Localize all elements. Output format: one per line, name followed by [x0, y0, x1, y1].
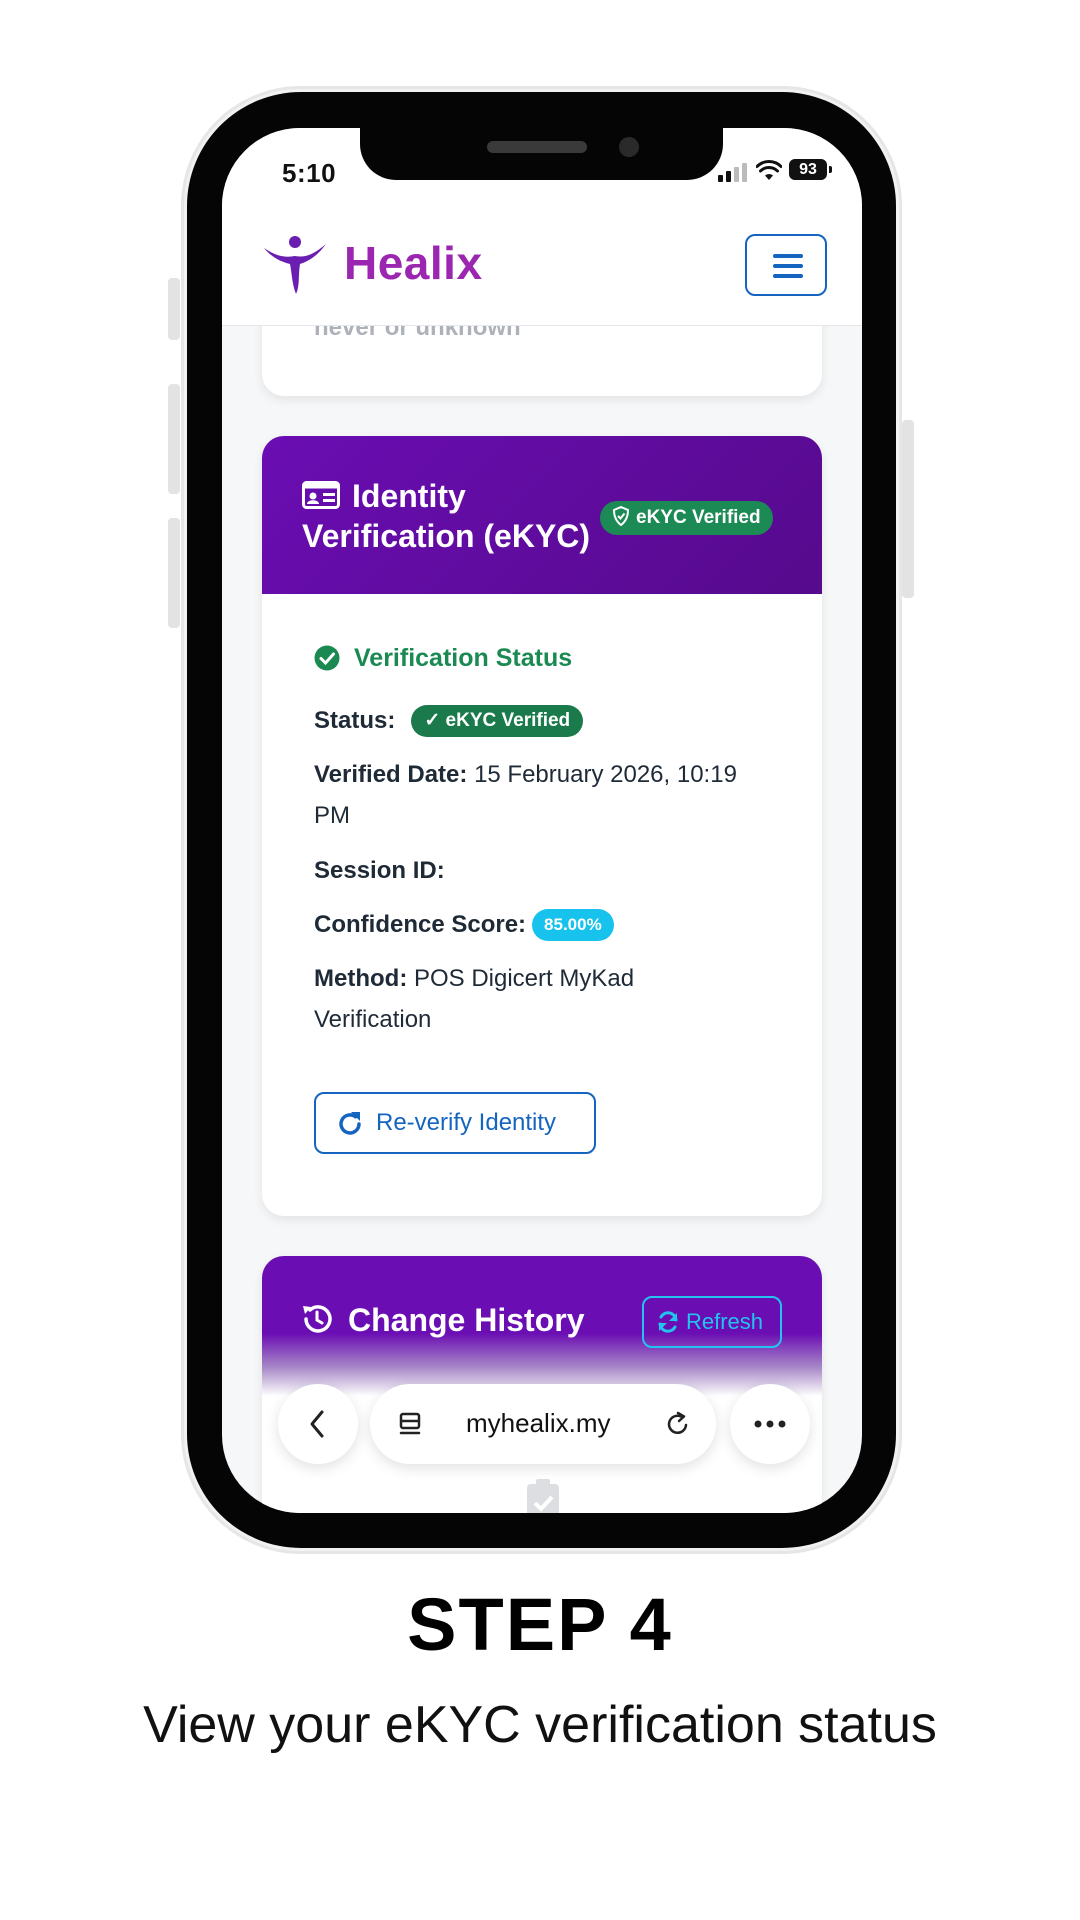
ekyc-verified-badge: eKYC Verified	[600, 501, 773, 535]
chevron-left-icon	[310, 1410, 324, 1438]
status-label: Status:	[314, 707, 396, 734]
identity-card-header: Identity Verification (eKYC) eKYC Verifi…	[262, 436, 822, 594]
ekyc-verified-badge-label: eKYC Verified	[636, 507, 761, 528]
verified-date-label: Verified Date:	[314, 761, 468, 788]
redo-icon	[339, 1112, 361, 1135]
volume-up-button	[168, 384, 180, 494]
refresh-button[interactable]: Refresh	[642, 1296, 782, 1348]
verification-status-heading: Verification Status	[314, 644, 572, 673]
check-circle-icon	[314, 645, 340, 671]
confidence-score-row: Confidence Score: 85.00%	[314, 904, 614, 945]
healix-logo-icon	[264, 236, 326, 294]
front-camera	[619, 137, 639, 157]
refresh-button-label: Refresh	[686, 1309, 764, 1334]
clipboard-check-icon	[527, 1479, 559, 1513]
status-time: 5:10	[282, 158, 337, 188]
change-history-header: Change History Refresh	[262, 1256, 822, 1396]
browser-back-button[interactable]	[278, 1384, 358, 1464]
more-horizontal-icon	[754, 1420, 786, 1428]
step-title: STEP 4	[407, 1583, 673, 1666]
previous-card-text: never or unknown	[314, 326, 521, 341]
app-header: Healix	[222, 198, 862, 326]
confidence-score-badge: 85.00%	[532, 909, 614, 941]
method-label: Method:	[314, 965, 408, 992]
confidence-score-label: Confidence Score:	[314, 911, 527, 938]
change-history-title: Change History	[348, 1302, 585, 1338]
verification-status-label: Verification Status	[354, 644, 573, 672]
history-icon	[303, 1305, 332, 1333]
session-id-row: Session ID:	[314, 850, 445, 891]
verified-date-row: Verified Date: 15 February 2026, 10:19 P…	[314, 754, 744, 836]
tab-overview-icon	[399, 1412, 421, 1435]
phone-screen: 5:10 93 Healix never or unknown Identity…	[222, 128, 862, 1513]
page-content[interactable]: never or unknown Identity Verification (…	[222, 326, 862, 1513]
session-id-label: Session ID:	[314, 857, 445, 884]
previous-card: never or unknown	[262, 326, 822, 396]
wifi-icon	[756, 160, 782, 180]
cellular-signal-icon	[718, 162, 748, 182]
browser-more-button[interactable]	[730, 1384, 810, 1464]
volume-down-button	[168, 518, 180, 628]
power-button	[902, 420, 914, 598]
mute-switch	[168, 278, 180, 340]
reverify-identity-label: Re-verify Identity	[376, 1109, 557, 1136]
identity-verification-card: Identity Verification (eKYC) eKYC Verifi…	[262, 436, 822, 1216]
status-row: Status: ✓ eKYC Verified	[314, 700, 584, 741]
sync-icon	[658, 1311, 678, 1333]
browser-address-bar[interactable]: myhealix.my	[370, 1384, 716, 1464]
phone-notch	[360, 124, 723, 180]
method-row: Method: POS Digicert MyKad Verification	[314, 958, 714, 1040]
notch-speaker	[487, 141, 587, 153]
reverify-identity-button[interactable]: Re-verify Identity	[314, 1092, 596, 1154]
brand-name: Healix	[344, 237, 483, 289]
status-verified-badge: ✓ eKYC Verified	[411, 705, 584, 737]
step-description: View your eKYC verification status	[143, 1696, 937, 1754]
identity-card-title: Identity Verification (eKYC)	[302, 478, 591, 554]
shield-check-icon	[612, 506, 630, 527]
battery-icon: 93	[789, 159, 832, 180]
hamburger-menu-button[interactable]	[745, 234, 827, 296]
reload-icon[interactable]	[664, 1410, 692, 1438]
browser-url: myhealix.my	[466, 1408, 611, 1438]
